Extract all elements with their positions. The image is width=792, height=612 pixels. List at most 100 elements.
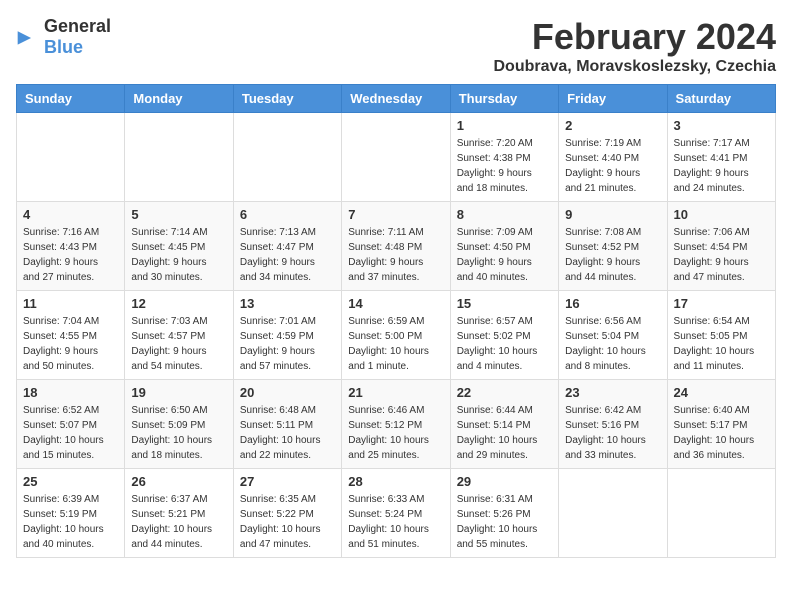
- day-header-tuesday: Tuesday: [233, 85, 341, 113]
- day-number: 19: [131, 385, 226, 400]
- day-info: Sunrise: 7:20 AMSunset: 4:38 PMDaylight:…: [457, 136, 552, 196]
- day-number: 2: [565, 118, 660, 133]
- calendar-cell: 22 Sunrise: 6:44 AMSunset: 5:14 PMDayligh…: [450, 380, 558, 469]
- calendar-cell: 7Sunrise: 7:11 AMSunset: 4:48 PMDaylight…: [342, 202, 450, 291]
- day-info: Sunrise: 6:33 AMSunset: 5:24 PMDaylight:…: [348, 492, 443, 552]
- title-area: February 2024 Doubrava, Moravskoslezsky,…: [494, 16, 777, 76]
- day-info: Sunrise: 6:50 AMSunset: 5:09 PMDaylight:…: [131, 403, 226, 463]
- month-title: February 2024: [494, 16, 777, 58]
- day-header-thursday: Thursday: [450, 85, 558, 113]
- calendar-week-row: 18 Sunrise: 6:52 AMSunset: 5:07 PMDayligh…: [17, 380, 776, 469]
- day-number: 5: [131, 207, 226, 222]
- calendar-body: 1 Sunrise: 7:20 AMSunset: 4:38 PMDaylight…: [17, 113, 776, 558]
- day-info: Sunrise: 7:19 AMSunset: 4:40 PMDaylight:…: [565, 136, 660, 196]
- day-number: 17: [674, 296, 769, 311]
- calendar-cell: 17 Sunrise: 6:54 AMSunset: 5:05 PMDayligh…: [667, 291, 775, 380]
- calendar-cell: 5 Sunrise: 7:14 AMSunset: 4:45 PMDaylight…: [125, 202, 233, 291]
- calendar-cell: 10Sunrise: 7:06 AMSunset: 4:54 PMDayligh…: [667, 202, 775, 291]
- calendar-cell: 2 Sunrise: 7:19 AMSunset: 4:40 PMDaylight…: [559, 113, 667, 202]
- calendar-cell: [559, 469, 667, 558]
- day-number: 25: [23, 474, 118, 489]
- day-info: Sunrise: 7:09 AMSunset: 4:50 PMDaylight:…: [457, 225, 552, 285]
- day-number: 4: [23, 207, 118, 222]
- calendar-cell: [233, 113, 341, 202]
- day-number: 14: [348, 296, 443, 311]
- calendar-cell: [667, 469, 775, 558]
- day-info: Sunrise: 6:44 AMSunset: 5:14 PMDaylight:…: [457, 403, 552, 463]
- calendar-cell: 18 Sunrise: 6:52 AMSunset: 5:07 PMDayligh…: [17, 380, 125, 469]
- calendar-week-row: 25 Sunrise: 6:39 AMSunset: 5:19 PMDayligh…: [17, 469, 776, 558]
- day-info: Sunrise: 6:48 AMSunset: 5:11 PMDaylight:…: [240, 403, 335, 463]
- day-info: Sunrise: 6:42 AMSunset: 5:16 PMDaylight:…: [565, 403, 660, 463]
- calendar-cell: 1 Sunrise: 7:20 AMSunset: 4:38 PMDaylight…: [450, 113, 558, 202]
- day-header-sunday: Sunday: [17, 85, 125, 113]
- day-info: Sunrise: 7:16 AMSunset: 4:43 PMDaylight:…: [23, 225, 118, 285]
- day-number: 23: [565, 385, 660, 400]
- calendar-cell: [342, 113, 450, 202]
- day-info: Sunrise: 6:35 AMSunset: 5:22 PMDaylight:…: [240, 492, 335, 552]
- day-number: 7: [348, 207, 443, 222]
- calendar-cell: 12Sunrise: 7:03 AMSunset: 4:57 PMDayligh…: [125, 291, 233, 380]
- day-number: 12: [131, 296, 226, 311]
- day-info: Sunrise: 6:37 AMSunset: 5:21 PMDaylight:…: [131, 492, 226, 552]
- calendar-cell: 4 Sunrise: 7:16 AMSunset: 4:43 PMDaylight…: [17, 202, 125, 291]
- day-info: Sunrise: 6:46 AMSunset: 5:12 PMDaylight:…: [348, 403, 443, 463]
- day-header-wednesday: Wednesday: [342, 85, 450, 113]
- calendar-cell: 29 Sunrise: 6:31 AMSunset: 5:26 PMDayligh…: [450, 469, 558, 558]
- calendar-cell: 19 Sunrise: 6:50 AMSunset: 5:09 PMDayligh…: [125, 380, 233, 469]
- day-number: 28: [348, 474, 443, 489]
- calendar-cell: 23 Sunrise: 6:42 AMSunset: 5:16 PMDayligh…: [559, 380, 667, 469]
- calendar-week-row: 11Sunrise: 7:04 AMSunset: 4:55 PMDayligh…: [17, 291, 776, 380]
- day-info: Sunrise: 6:39 AMSunset: 5:19 PMDaylight:…: [23, 492, 118, 552]
- day-info: Sunrise: 7:14 AMSunset: 4:45 PMDaylight:…: [131, 225, 226, 285]
- calendar-cell: [125, 113, 233, 202]
- day-number: 27: [240, 474, 335, 489]
- calendar-cell: 27 Sunrise: 6:35 AMSunset: 5:22 PMDayligh…: [233, 469, 341, 558]
- day-info: Sunrise: 6:52 AMSunset: 5:07 PMDaylight:…: [23, 403, 118, 463]
- day-number: 26: [131, 474, 226, 489]
- logo: ▶ General Blue: [16, 16, 111, 58]
- calendar-cell: 6Sunrise: 7:13 AMSunset: 4:47 PMDaylight…: [233, 202, 341, 291]
- day-info: Sunrise: 7:17 AMSunset: 4:41 PMDaylight:…: [674, 136, 769, 196]
- day-header-friday: Friday: [559, 85, 667, 113]
- day-number: 8: [457, 207, 552, 222]
- calendar-cell: 3 Sunrise: 7:17 AMSunset: 4:41 PMDaylight…: [667, 113, 775, 202]
- calendar-cell: 16Sunrise: 6:56 AMSunset: 5:04 PMDayligh…: [559, 291, 667, 380]
- day-number: 22: [457, 385, 552, 400]
- calendar-cell: 8 Sunrise: 7:09 AMSunset: 4:50 PMDaylight…: [450, 202, 558, 291]
- logo-blue: Blue: [44, 37, 83, 57]
- calendar-cell: 26 Sunrise: 6:37 AMSunset: 5:21 PMDayligh…: [125, 469, 233, 558]
- calendar-cell: 28 Sunrise: 6:33 AMSunset: 5:24 PMDayligh…: [342, 469, 450, 558]
- calendar-cell: 20 Sunrise: 6:48 AMSunset: 5:11 PMDayligh…: [233, 380, 341, 469]
- calendar-cell: [17, 113, 125, 202]
- day-info: Sunrise: 6:40 AMSunset: 5:17 PMDaylight:…: [674, 403, 769, 463]
- calendar-week-row: 4 Sunrise: 7:16 AMSunset: 4:43 PMDaylight…: [17, 202, 776, 291]
- day-number: 1: [457, 118, 552, 133]
- day-number: 18: [23, 385, 118, 400]
- day-info: Sunrise: 6:54 AMSunset: 5:05 PMDaylight:…: [674, 314, 769, 374]
- day-number: 10: [674, 207, 769, 222]
- day-number: 16: [565, 296, 660, 311]
- day-number: 6: [240, 207, 335, 222]
- day-number: 29: [457, 474, 552, 489]
- calendar-cell: 24Sunrise: 6:40 AMSunset: 5:17 PMDayligh…: [667, 380, 775, 469]
- day-header-monday: Monday: [125, 85, 233, 113]
- calendar-cell: 11Sunrise: 7:04 AMSunset: 4:55 PMDayligh…: [17, 291, 125, 380]
- calendar-cell: 14Sunrise: 6:59 AMSunset: 5:00 PMDayligh…: [342, 291, 450, 380]
- day-header-saturday: Saturday: [667, 85, 775, 113]
- location-title: Doubrava, Moravskoslezsky, Czechia: [494, 58, 777, 76]
- day-number: 3: [674, 118, 769, 133]
- day-number: 13: [240, 296, 335, 311]
- day-info: Sunrise: 6:57 AMSunset: 5:02 PMDaylight:…: [457, 314, 552, 374]
- logo-general: General: [44, 16, 111, 36]
- calendar-cell: 25 Sunrise: 6:39 AMSunset: 5:19 PMDayligh…: [17, 469, 125, 558]
- calendar-cell: 21Sunrise: 6:46 AMSunset: 5:12 PMDayligh…: [342, 380, 450, 469]
- calendar-cell: 15 Sunrise: 6:57 AMSunset: 5:02 PMDayligh…: [450, 291, 558, 380]
- day-number: 15: [457, 296, 552, 311]
- day-info: Sunrise: 7:01 AMSunset: 4:59 PMDaylight:…: [240, 314, 335, 374]
- calendar-table: SundayMondayTuesdayWednesdayThursdayFrid…: [16, 84, 776, 558]
- day-info: Sunrise: 6:31 AMSunset: 5:26 PMDaylight:…: [457, 492, 552, 552]
- day-number: 20: [240, 385, 335, 400]
- calendar-header-row: SundayMondayTuesdayWednesdayThursdayFrid…: [17, 85, 776, 113]
- page-header: ▶ General Blue February 2024 Doubrava, M…: [16, 16, 776, 76]
